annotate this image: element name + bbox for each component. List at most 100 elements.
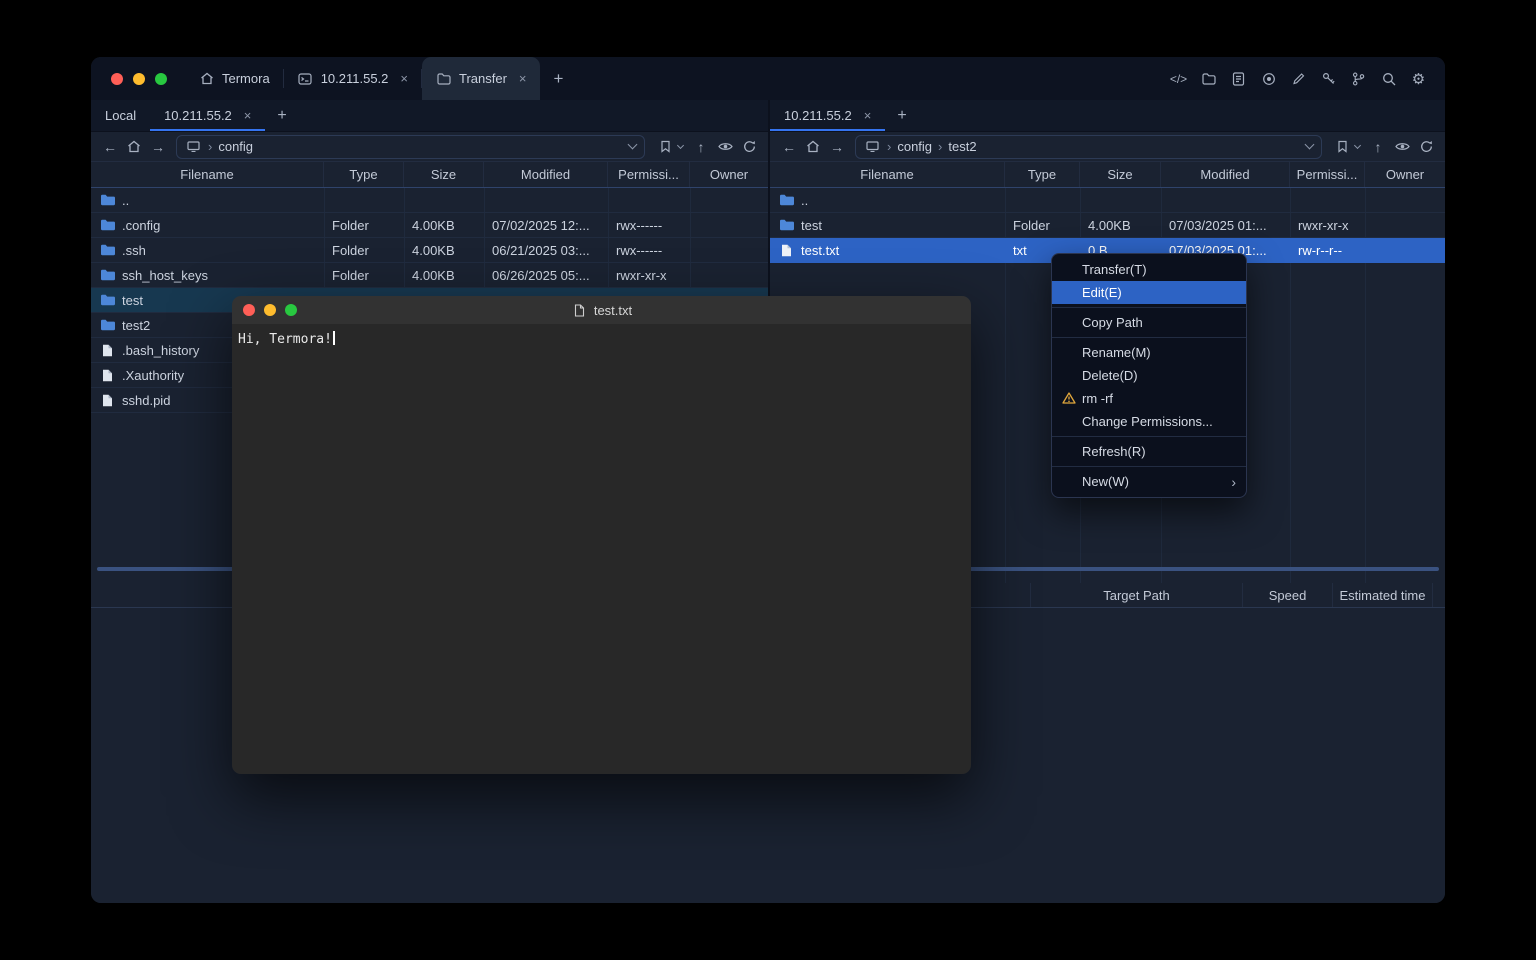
menu-separator bbox=[1052, 307, 1246, 308]
column-header-speed[interactable]: Speed bbox=[1243, 583, 1333, 607]
menu-item-transfer[interactable]: Transfer(T) bbox=[1052, 258, 1246, 281]
parent-directory-button[interactable]: ↑ bbox=[690, 136, 712, 158]
bookmark-button[interactable] bbox=[652, 138, 688, 155]
column-header-modified[interactable]: Modified bbox=[484, 162, 608, 187]
tab-termora-home[interactable]: Termora bbox=[185, 57, 283, 100]
key-icon[interactable] bbox=[1320, 70, 1337, 87]
column-header-owner[interactable]: Owner bbox=[1365, 162, 1445, 187]
titlebar: Termora 10.211.55.2 × Transfer × + </> bbox=[91, 57, 1445, 100]
show-hidden-files-button[interactable] bbox=[714, 136, 736, 158]
column-header-size[interactable]: Size bbox=[404, 162, 484, 187]
column-header-filename[interactable]: Filename bbox=[91, 162, 324, 187]
search-icon[interactable] bbox=[1380, 70, 1397, 87]
table-row[interactable]: .ssh Folder 4.00KB 06/21/2025 03:... rwx… bbox=[91, 238, 768, 263]
file-modified: 06/26/2025 05:... bbox=[484, 263, 608, 287]
menu-item-rm-rf[interactable]: rm -rf bbox=[1052, 387, 1246, 410]
menu-item-change-permissions[interactable]: Change Permissions... bbox=[1052, 410, 1246, 433]
new-panel-tab-button[interactable]: + bbox=[885, 100, 918, 131]
column-header-estimated-time[interactable]: Estimated time bbox=[1333, 583, 1433, 607]
tab-remote-host[interactable]: 10.211.55.2 × bbox=[770, 100, 885, 131]
path-breadcrumb[interactable]: › config bbox=[176, 135, 645, 159]
refresh-button[interactable] bbox=[1415, 136, 1437, 158]
close-tab-icon[interactable]: × bbox=[244, 108, 252, 123]
column-header-permissions[interactable]: Permissi... bbox=[608, 162, 690, 187]
git-branch-icon[interactable] bbox=[1350, 70, 1367, 87]
zoom-window-button[interactable] bbox=[155, 73, 167, 85]
computer-icon bbox=[864, 138, 881, 155]
record-icon[interactable] bbox=[1260, 70, 1277, 87]
titlebar-actions: </> ⚙ bbox=[1170, 57, 1445, 100]
menu-item-refresh[interactable]: Refresh(R) bbox=[1052, 440, 1246, 463]
back-button[interactable]: ← bbox=[778, 136, 800, 158]
close-tab-icon[interactable]: × bbox=[400, 71, 408, 86]
home-button[interactable] bbox=[123, 136, 145, 158]
forward-button[interactable]: → bbox=[826, 136, 848, 158]
column-header-size[interactable]: Size bbox=[1080, 162, 1161, 187]
table-row[interactable]: test Folder 4.00KB 07/03/2025 01:... rwx… bbox=[770, 213, 1445, 238]
breadcrumb-segment[interactable]: test2 bbox=[948, 139, 976, 154]
breadcrumb-segment[interactable]: config bbox=[218, 139, 253, 154]
transfer-folder-icon[interactable] bbox=[1200, 70, 1217, 87]
column-header-modified[interactable]: Modified bbox=[1161, 162, 1290, 187]
close-window-button[interactable] bbox=[111, 73, 123, 85]
close-tab-icon[interactable]: × bbox=[519, 71, 527, 86]
file-owner bbox=[690, 213, 768, 237]
menu-item-label: New(W) bbox=[1082, 474, 1129, 489]
new-panel-tab-button[interactable]: + bbox=[265, 100, 298, 131]
menu-item-new[interactable]: New(W) › bbox=[1052, 470, 1246, 493]
settings-gear-icon[interactable]: ⚙ bbox=[1410, 70, 1427, 87]
table-row[interactable]: .. bbox=[770, 188, 1445, 213]
breadcrumb-segment[interactable]: config bbox=[897, 139, 932, 154]
home-icon bbox=[198, 70, 215, 87]
chevron-down-icon[interactable] bbox=[628, 140, 638, 150]
menu-item-rename[interactable]: Rename(M) bbox=[1052, 341, 1246, 364]
file-permissions: rwx------ bbox=[608, 213, 690, 237]
column-header-filename[interactable]: Filename bbox=[770, 162, 1005, 187]
table-row[interactable]: .. bbox=[91, 188, 768, 213]
tab-terminal-session[interactable]: 10.211.55.2 × bbox=[284, 57, 421, 100]
home-button[interactable] bbox=[802, 136, 824, 158]
show-hidden-files-button[interactable] bbox=[1391, 136, 1413, 158]
bookmark-button[interactable] bbox=[1329, 138, 1365, 155]
column-header-owner[interactable]: Owner bbox=[690, 162, 768, 187]
chevron-down-icon[interactable] bbox=[1305, 140, 1315, 150]
table-row[interactable]: ssh_host_keys Folder 4.00KB 06/26/2025 0… bbox=[91, 263, 768, 288]
file-owner bbox=[1365, 213, 1445, 237]
column-header-type[interactable]: Type bbox=[324, 162, 404, 187]
refresh-button[interactable] bbox=[738, 136, 760, 158]
menu-item-copy-path[interactable]: Copy Path bbox=[1052, 311, 1246, 334]
file-icon bbox=[99, 342, 116, 359]
tab-transfer[interactable]: Transfer × bbox=[422, 57, 540, 100]
zoom-window-button[interactable] bbox=[285, 304, 297, 316]
tab-remote-host[interactable]: 10.211.55.2 × bbox=[150, 100, 265, 131]
file-modified: 06/21/2025 03:... bbox=[484, 238, 608, 262]
column-header-permissions[interactable]: Permissi... bbox=[1290, 162, 1365, 187]
parent-directory-button[interactable]: ↑ bbox=[1367, 136, 1389, 158]
tab-label: Local bbox=[105, 108, 136, 123]
menu-item-edit[interactable]: Edit(E) bbox=[1052, 281, 1246, 304]
minimize-window-button[interactable] bbox=[264, 304, 276, 316]
tab-local[interactable]: Local bbox=[91, 100, 150, 131]
forward-button[interactable]: → bbox=[147, 136, 169, 158]
log-viewer-icon[interactable] bbox=[1230, 70, 1247, 87]
editor-content[interactable]: Hi, Termora! bbox=[232, 324, 971, 774]
filename: .Xauthority bbox=[122, 368, 184, 383]
minimize-window-button[interactable] bbox=[133, 73, 145, 85]
edit-pencil-icon[interactable] bbox=[1290, 70, 1307, 87]
filename: .ssh bbox=[122, 243, 146, 258]
warning-icon bbox=[1062, 392, 1076, 404]
close-window-button[interactable] bbox=[243, 304, 255, 316]
column-header-type[interactable]: Type bbox=[1005, 162, 1080, 187]
path-breadcrumb[interactable]: › config › test2 bbox=[855, 135, 1322, 159]
table-row[interactable]: .config Folder 4.00KB 07/02/2025 12:... … bbox=[91, 213, 768, 238]
back-button[interactable]: ← bbox=[99, 136, 121, 158]
folder-icon bbox=[99, 317, 116, 334]
close-tab-icon[interactable]: × bbox=[864, 108, 872, 123]
code-snippets-icon[interactable]: </> bbox=[1170, 70, 1187, 87]
bookmark-icon bbox=[657, 138, 674, 155]
column-header-target-path[interactable]: Target Path bbox=[1031, 583, 1243, 607]
filename: test bbox=[122, 293, 143, 308]
new-tab-button[interactable]: + bbox=[540, 57, 578, 100]
menu-item-delete[interactable]: Delete(D) bbox=[1052, 364, 1246, 387]
editor-titlebar[interactable]: test.txt bbox=[232, 296, 971, 324]
